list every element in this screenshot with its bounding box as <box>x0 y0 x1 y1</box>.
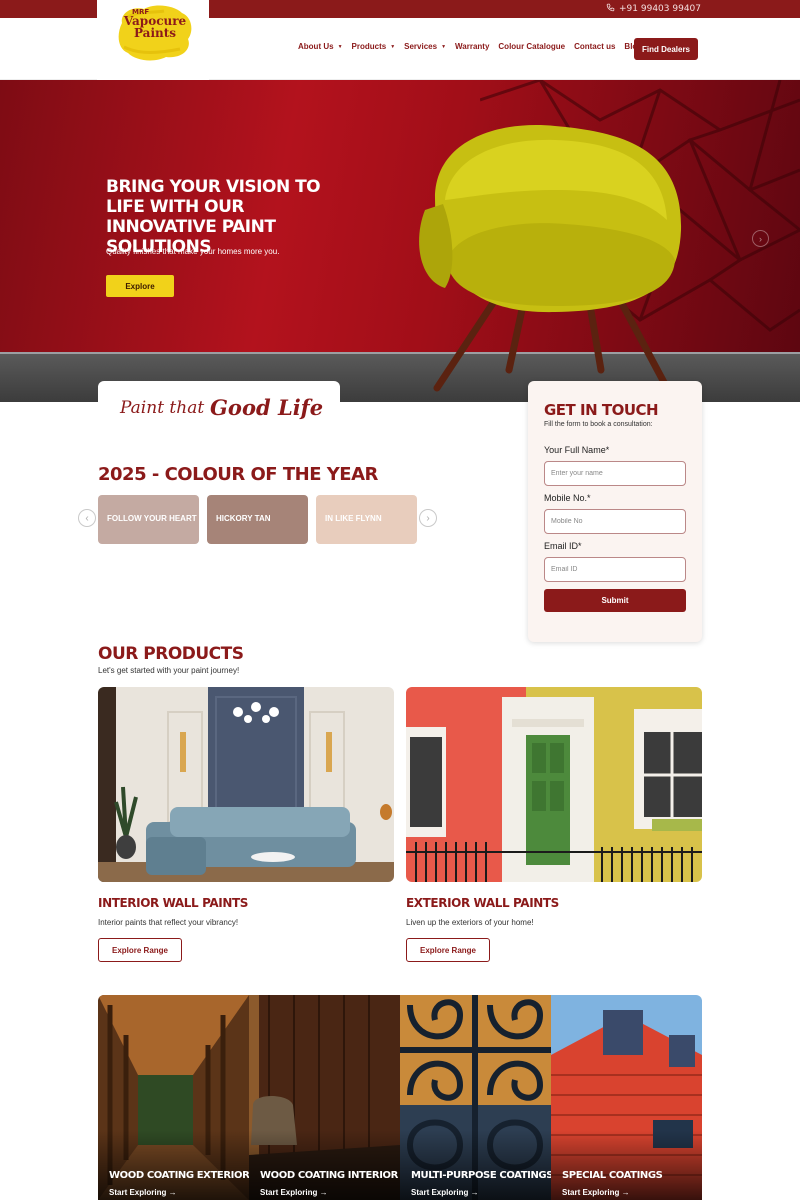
start-exploring-link[interactable]: Start Exploring → <box>109 1188 177 1197</box>
tagline-part-2: Good Life <box>210 395 324 420</box>
nav-label: About Us <box>298 42 334 51</box>
main-nav: About Us ▼ Products ▼ Services ▼ Warranty C… <box>298 42 642 51</box>
coating-card-wood-exterior[interactable]: WOOD COATING EXTERIOR Start Exploring → <box>98 995 249 1200</box>
logo-text: Vapocure Paints <box>120 15 190 39</box>
coating-label: WOOD COATING INTERIOR <box>260 1170 398 1181</box>
products-title: OUR PRODUCTS <box>98 644 244 664</box>
interior-product-image[interactable] <box>98 687 394 882</box>
start-exploring-link[interactable]: Start Exploring → <box>562 1188 630 1197</box>
coating-label: WOOD COATING EXTERIOR <box>109 1170 249 1181</box>
coating-card-multi-purpose[interactable]: MULTI-PURPOSE COATINGS Start Exploring → <box>400 995 551 1200</box>
coating-card-special[interactable]: SPECIAL COATINGS Start Exploring → <box>551 995 702 1200</box>
name-label: Your Full Name* <box>544 445 610 455</box>
coatings-strip: WOOD COATING EXTERIOR Start Exploring → … <box>98 995 702 1200</box>
email-field[interactable] <box>544 557 686 582</box>
hero-explore-button[interactable]: Explore <box>106 275 174 297</box>
logo[interactable]: MRF Vapocure Paints <box>114 3 194 65</box>
contact-form: GET IN TOUCH Fill the form to book a con… <box>528 381 702 642</box>
nav-services[interactable]: Services ▼ <box>404 42 446 51</box>
email-label: Email ID* <box>544 541 582 551</box>
logo-line-2: Paints <box>133 26 177 40</box>
nav-contact-us[interactable]: Contact us <box>574 42 615 51</box>
exterior-product-description: Liven up the exteriors of your home! <box>406 918 534 927</box>
exterior-explore-range-button[interactable]: Explore Range <box>406 938 490 962</box>
nav-colour-catalogue[interactable]: Colour Catalogue <box>498 42 565 51</box>
nav-label: Products <box>351 42 387 51</box>
nav-label: Services <box>404 42 438 51</box>
coating-label: MULTI-PURPOSE COATINGS <box>411 1170 551 1181</box>
swatch-label: FOLLOW YOUR HEART <box>107 514 197 523</box>
chevron-left-icon[interactable]: ‹ <box>78 509 96 527</box>
header: MRF Vapocure Paints About Us ▼ Products ▼ … <box>0 0 800 80</box>
page: +91 99403 99407 MRF Vapocure Paints Abou… <box>0 0 800 1200</box>
phone-number: +91 99403 99407 <box>619 4 701 14</box>
chevron-down-icon: ▼ <box>441 43 447 50</box>
hero-next-arrow-icon[interactable]: › <box>752 230 769 247</box>
contact-form-title: GET IN TOUCH <box>544 401 659 419</box>
mobile-field[interactable] <box>544 509 686 534</box>
coating-card-wood-interior[interactable]: WOOD COATING INTERIOR Start Exploring → <box>249 995 400 1200</box>
chevron-down-icon: ▼ <box>337 43 343 50</box>
nav-warranty[interactable]: Warranty <box>455 42 489 51</box>
interior-product-description: Interior paints that reflect your vibran… <box>98 918 239 927</box>
phone-icon <box>606 3 615 15</box>
hero-title: BRING YOUR VISION TO LIFE WITH OUR INNOV… <box>106 177 321 257</box>
swatch-label: IN LIKE FLYNN <box>325 514 382 523</box>
start-exploring-link[interactable]: Start Exploring → <box>411 1188 479 1197</box>
name-field[interactable] <box>544 461 686 486</box>
find-dealers-button[interactable]: Find Dealers <box>634 38 698 60</box>
hero-chair-image <box>419 125 682 392</box>
swatch-label: HICKORY TAN <box>216 514 271 523</box>
interior-product-title[interactable]: INTERIOR WALL PAINTS <box>98 896 248 910</box>
tagline-tab: Paint that Good Life <box>98 381 340 431</box>
colour-swatch-in-like-flynn[interactable]: IN LIKE FLYNN <box>316 495 417 544</box>
colour-of-year-title: 2025 - COLOUR OF THE YEAR <box>98 464 378 485</box>
start-exploring-link[interactable]: Start Exploring → <box>260 1188 328 1197</box>
mobile-label: Mobile No.* <box>544 493 591 503</box>
interior-explore-range-button[interactable]: Explore Range <box>98 938 182 962</box>
contact-form-subtitle: Fill the form to book a consultation: <box>544 421 653 428</box>
coating-label: SPECIAL COATINGS <box>562 1170 663 1181</box>
colour-swatch-hickory-tan[interactable]: HICKORY TAN <box>207 495 308 544</box>
nav-about-us[interactable]: About Us ▼ <box>298 42 343 51</box>
phone-contact[interactable]: +91 99403 99407 <box>606 3 701 15</box>
submit-button[interactable]: Submit <box>544 589 686 612</box>
logo-tab: MRF Vapocure Paints <box>97 0 209 80</box>
colour-swatch-follow-your-heart[interactable]: FOLLOW YOUR HEART <box>98 495 199 544</box>
hero-subtitle: Quality finishes that make your homes mo… <box>106 247 280 256</box>
exterior-product-image[interactable] <box>406 687 702 882</box>
exterior-product-title[interactable]: EXTERIOR WALL PAINTS <box>406 896 559 910</box>
chevron-right-icon[interactable]: › <box>419 509 437 527</box>
nav-products[interactable]: Products ▼ <box>352 42 396 51</box>
tagline-part-1: Paint that <box>120 398 205 418</box>
chevron-down-icon: ▼ <box>390 43 396 50</box>
products-subtitle: Let's get started with your paint journe… <box>98 666 240 675</box>
hero-banner: BRING YOUR VISION TO LIFE WITH OUR INNOV… <box>0 80 800 402</box>
